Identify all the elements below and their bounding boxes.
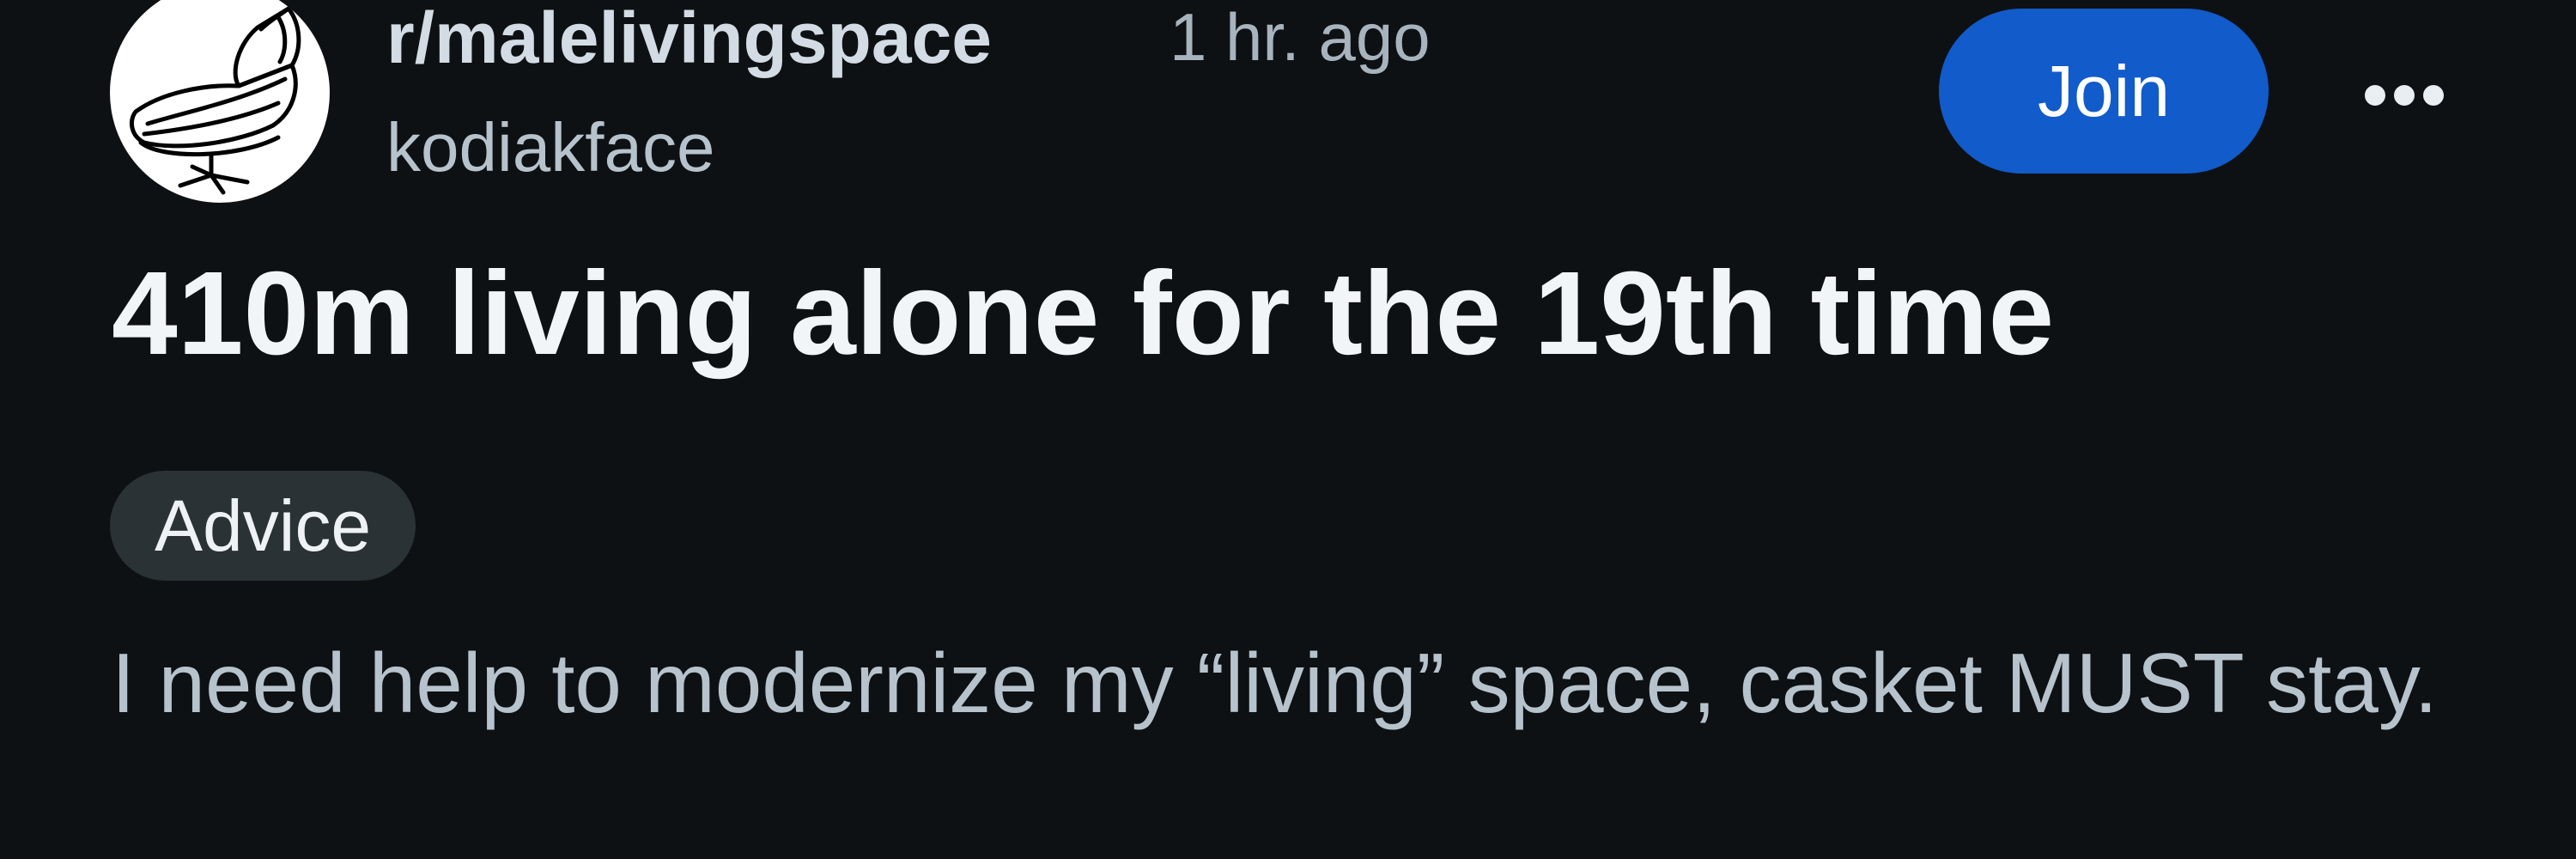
more-options-button[interactable]: [2353, 57, 2456, 134]
subreddit-name[interactable]: r/malelivingspace: [386, 2, 992, 74]
subreddit-avatar[interactable]: [110, 0, 330, 203]
ellipsis-icon-dot: [2423, 85, 2444, 106]
join-button[interactable]: Join: [1939, 9, 2269, 174]
post-title[interactable]: 410m living alone for the 19th time: [112, 254, 2054, 373]
post-flair[interactable]: Advice: [110, 471, 416, 581]
post-timestamp: 1 hr. ago: [1170, 0, 1431, 75]
post-author[interactable]: kodiakface: [386, 113, 714, 182]
post-body: I need help to modernize my “living” spa…: [112, 636, 2438, 730]
lounge-chair-icon: [129, 6, 301, 195]
ellipsis-icon-dot: [2394, 85, 2415, 106]
ellipsis-icon: [2365, 85, 2385, 106]
